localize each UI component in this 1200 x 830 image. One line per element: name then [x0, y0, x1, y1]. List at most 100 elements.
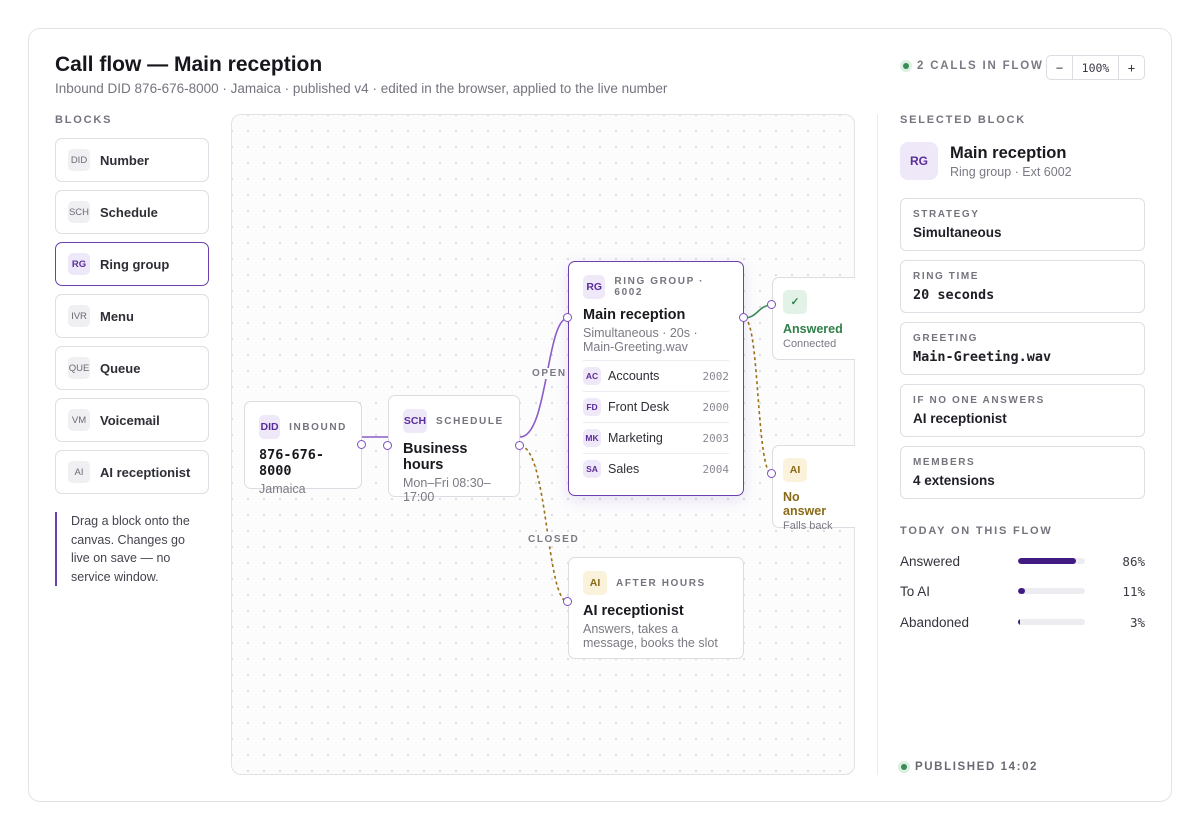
- prop-value: Main-Greeting.wav: [913, 349, 1052, 365]
- node-after-hours[interactable]: AI AFTER HOURS AI receptionist Answers, …: [568, 557, 744, 659]
- node-no-answer[interactable]: AI No answer Falls back: [772, 445, 855, 532]
- stat-percent: 86%: [1122, 553, 1145, 569]
- node-inbound[interactable]: DID INBOUND 876-676-8000 Jamaica: [244, 401, 362, 496]
- input-port[interactable]: [563, 313, 572, 322]
- palette-item-label: Schedule: [100, 204, 158, 220]
- prop-value: AI receptionist: [913, 411, 1007, 426]
- palette-item-label: AI receptionist: [100, 464, 191, 480]
- node-type-label: RING GROUP · 6002: [614, 276, 704, 298]
- ring-group-member[interactable]: MK Marketing 2003: [583, 422, 729, 453]
- prop-value: 20 seconds: [913, 287, 995, 303]
- prop-no-answer-fallback[interactable]: IF NO ONE ANSWERS AI receptionist: [900, 384, 1145, 437]
- input-port[interactable]: [383, 441, 392, 450]
- ring-group-member[interactable]: SA Sales 2004: [583, 453, 729, 484]
- voicemail-icon: VM: [68, 409, 90, 431]
- palette-item-ring-group[interactable]: RG Ring group: [55, 242, 209, 286]
- prop-label: MEMBERS: [913, 457, 976, 468]
- node-subtitle: Falls back: [783, 520, 833, 532]
- calls-in-flow-indicator: 2 CALLS IN FLOW: [900, 60, 1044, 72]
- queue-icon: QUE: [68, 357, 90, 379]
- member-extension: 2000: [702, 400, 730, 414]
- member-avatar-icon: SA: [583, 460, 601, 478]
- node-subtitle: Mon–Fri 08:30–17:00: [403, 476, 491, 504]
- node-schedule[interactable]: SCH SCHEDULE Business hours Mon–Fri 08:3…: [388, 395, 520, 504]
- selected-block-title: Main reception: [950, 143, 1067, 162]
- prop-strategy[interactable]: STRATEGY Simultaneous: [900, 198, 1145, 251]
- output-port[interactable]: [515, 441, 524, 450]
- zoom-level: 100%: [1072, 56, 1119, 79]
- node-title: AI receptionist: [583, 603, 684, 619]
- today-stats-heading: TODAY ON THIS FLOW: [900, 525, 1053, 537]
- live-status-dot-icon: [900, 60, 912, 72]
- stat-abandoned: Abandoned 3%: [900, 613, 1145, 631]
- prop-ring-time[interactable]: RING TIME 20 seconds: [900, 260, 1145, 313]
- stat-label: Abandoned: [900, 614, 970, 630]
- prop-greeting[interactable]: GREETING Main-Greeting.wav: [900, 322, 1145, 375]
- ai-icon: AI: [583, 571, 607, 595]
- palette-item-ai-receptionist[interactable]: AI AI receptionist: [55, 450, 209, 494]
- node-title: Answered: [783, 322, 843, 336]
- prop-label: IF NO ONE ANSWERS: [913, 395, 1045, 406]
- stat-bar-fill: [1018, 558, 1076, 564]
- palette-item-voicemail[interactable]: VM Voicemail: [55, 398, 209, 442]
- edge-label-open: OPEN: [530, 368, 569, 379]
- palette-item-label: Number: [100, 152, 150, 168]
- published-label: PUBLISHED 14:02: [915, 761, 1039, 773]
- node-ring-group[interactable]: RG RING GROUP · 6002 Main reception Simu…: [568, 261, 744, 496]
- stat-label: To AI: [900, 583, 931, 599]
- stat-percent: 11%: [1122, 583, 1145, 599]
- palette-item-label: Menu: [100, 308, 134, 324]
- node-subtitle: Simultaneous · 20s · Main-Greeting.wav: [583, 326, 698, 354]
- ring-group-icon: RG: [900, 142, 938, 180]
- palette-item-queue[interactable]: QUE Queue: [55, 346, 209, 390]
- input-port[interactable]: [767, 300, 776, 309]
- ring-group-member[interactable]: AC Accounts 2002: [583, 360, 729, 391]
- input-port[interactable]: [767, 469, 776, 478]
- output-port[interactable]: [739, 313, 748, 322]
- ring-group-member[interactable]: FD Front Desk 2000: [583, 391, 729, 422]
- node-subtitle: Jamaica: [259, 482, 306, 496]
- did-icon: DID: [68, 149, 90, 171]
- zoom-in-button[interactable]: +: [1119, 56, 1144, 79]
- palette-hint: Drag a block onto the canvas. Changes go…: [55, 512, 205, 586]
- prop-label: RING TIME: [913, 271, 980, 282]
- member-extension: 2003: [702, 431, 730, 445]
- stat-bar-fill: [1018, 588, 1026, 594]
- ai-icon: AI: [68, 461, 90, 483]
- prop-label: STRATEGY: [913, 209, 980, 220]
- node-subtitle: Answers, takes a message, books the slot: [583, 622, 718, 650]
- palette-item-label: Ring group: [100, 256, 170, 272]
- member-avatar-icon: MK: [583, 429, 601, 447]
- ivr-icon: IVR: [68, 305, 90, 327]
- schedule-icon: SCH: [68, 201, 90, 223]
- prop-value: Simultaneous: [913, 225, 1002, 240]
- blocks-heading: BLOCKS: [55, 114, 113, 126]
- member-avatar-icon: FD: [583, 398, 601, 416]
- node-title: Business hours: [403, 441, 468, 473]
- selected-block-header: RG Main reception Ring group · Ext 6002: [900, 142, 1072, 180]
- page-subtitle: Inbound DID 876-676-8000 · Jamaica · pub…: [55, 81, 668, 96]
- palette-item-label: Voicemail: [100, 412, 160, 428]
- check-icon: ✓: [783, 290, 807, 314]
- published-status-dot-icon: [898, 761, 910, 773]
- stat-answered: Answered 86%: [900, 552, 1145, 570]
- node-answered[interactable]: ✓ Answered Connected: [772, 277, 855, 360]
- palette-item-menu[interactable]: IVR Menu: [55, 294, 209, 338]
- zoom-out-button[interactable]: −: [1047, 56, 1072, 79]
- output-port[interactable]: [357, 440, 366, 449]
- prop-members[interactable]: MEMBERS 4 extensions: [900, 446, 1145, 499]
- node-type-label: INBOUND: [289, 421, 347, 433]
- node-title: Main reception: [583, 307, 686, 323]
- published-status: PUBLISHED 14:02: [898, 761, 1038, 773]
- input-port[interactable]: [563, 597, 572, 606]
- stat-to-ai: To AI 11%: [900, 582, 1145, 600]
- zoom-control: − 100% +: [1046, 55, 1145, 80]
- palette-item-label: Queue: [100, 360, 141, 376]
- member-extension: 2002: [702, 369, 730, 383]
- palette-item-number[interactable]: DID Number: [55, 138, 209, 182]
- panel-divider: [877, 114, 878, 775]
- node-type-label: SCHEDULE: [436, 415, 504, 427]
- ai-icon: AI: [783, 458, 807, 482]
- palette-item-schedule[interactable]: SCH Schedule: [55, 190, 209, 234]
- member-extension: 2004: [702, 462, 730, 476]
